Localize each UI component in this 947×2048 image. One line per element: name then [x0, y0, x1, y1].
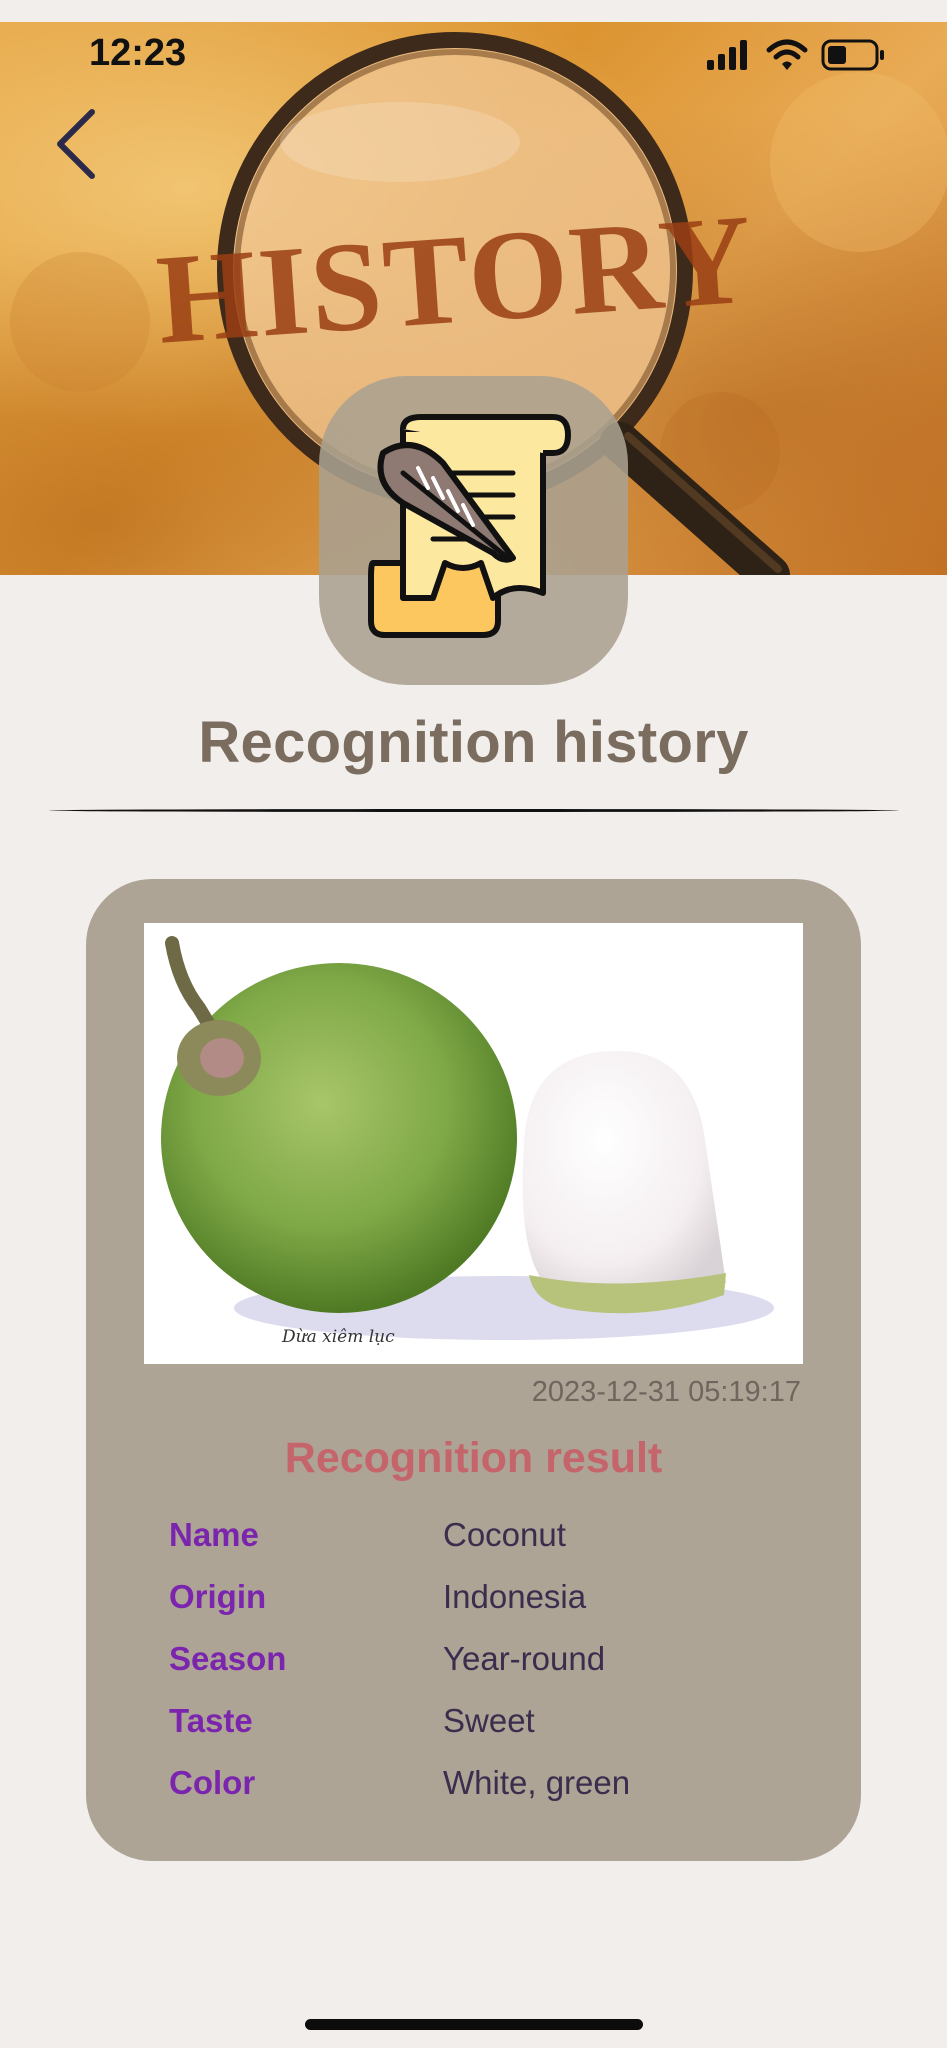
field-label: Origin: [169, 1578, 267, 1615]
result-fields: Name Coconut Origin Indonesia Season Yea…: [169, 1516, 809, 1826]
field-value: White, green: [443, 1764, 631, 1801]
field-label: Season: [169, 1640, 287, 1677]
coconut-image: [161, 936, 774, 1340]
field-label: Taste: [169, 1702, 253, 1739]
history-badge: [319, 376, 628, 685]
field-value: Sweet: [443, 1702, 535, 1739]
signal-icon: [707, 40, 747, 70]
page-title: Recognition history: [198, 710, 749, 775]
fruit-photo: Dừa xiêm lục: [144, 923, 803, 1364]
history-record-card[interactable]: Dừa xiêm lục 2023-12-31 05:19:17 Recogni…: [86, 879, 861, 1861]
field-row-name: Name Coconut: [169, 1516, 809, 1578]
record-timestamp: 2023-12-31 05:19:17: [531, 1376, 801, 1408]
field-row-origin: Origin Indonesia: [169, 1578, 809, 1640]
field-value: Coconut: [443, 1516, 566, 1553]
wifi-icon: [766, 39, 808, 70]
field-value: Indonesia: [443, 1578, 587, 1615]
back-button[interactable]: [50, 106, 110, 182]
home-indicator[interactable]: [305, 2019, 643, 2030]
photo-caption: Dừa xiêm lục: [282, 1327, 395, 1347]
field-value: Year-round: [443, 1640, 606, 1677]
field-row-taste: Taste Sweet: [169, 1702, 809, 1764]
status-bar: 12:23: [0, 22, 947, 88]
field-label: Color: [169, 1764, 256, 1801]
battery-icon: [821, 39, 884, 71]
field-label: Name: [169, 1516, 259, 1553]
field-row-season: Season Year-round: [169, 1640, 809, 1702]
scroll-quill-icon: [368, 414, 571, 638]
status-icons: [707, 38, 887, 72]
field-row-color: Color White, green: [169, 1764, 809, 1826]
status-time: 12:23: [89, 32, 187, 74]
title-divider: [49, 809, 899, 812]
chevron-left-icon: [57, 109, 95, 179]
result-title: Recognition result: [284, 1434, 663, 1482]
